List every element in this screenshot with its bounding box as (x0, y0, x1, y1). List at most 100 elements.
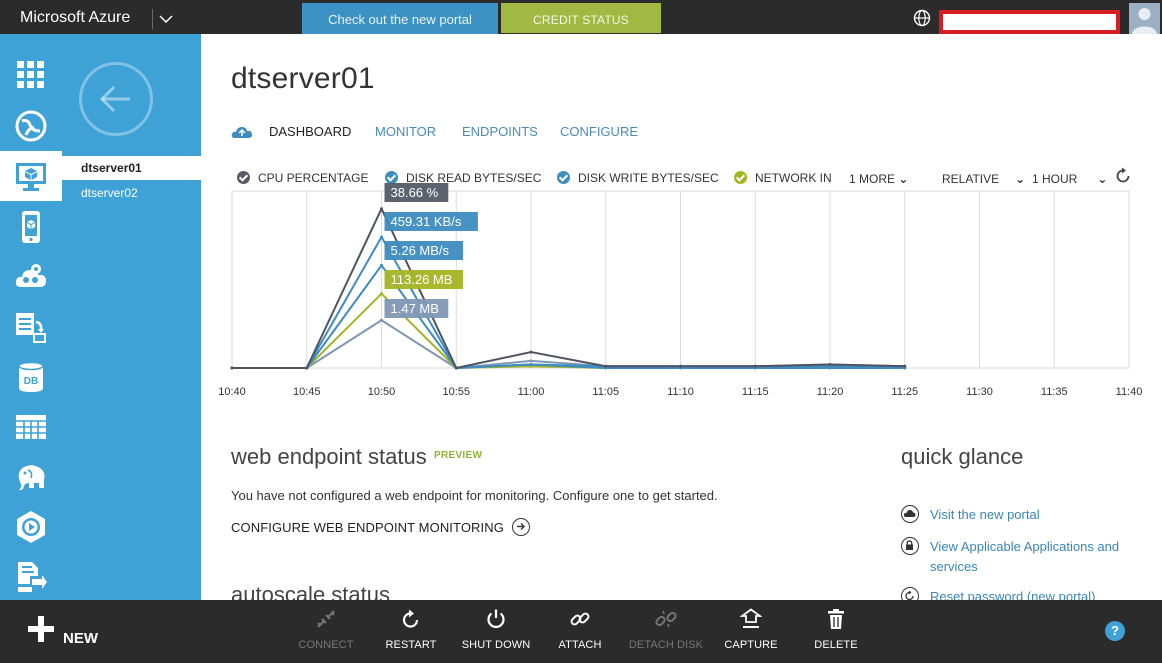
globe-icon[interactable] (913, 9, 931, 27)
trash-icon (828, 609, 844, 629)
x-tick-label: 11:15 (742, 386, 769, 398)
data-point (454, 366, 458, 370)
chevron-down-icon[interactable] (158, 12, 174, 26)
service-nav-rail: DB (0, 34, 62, 600)
data-point (380, 292, 383, 296)
x-tick-label: 11:40 (1116, 386, 1143, 398)
preview-badge: PREVIEW (434, 450, 483, 461)
delete-button[interactable]: DELETE (791, 608, 881, 656)
main-content: dtserver01 DASHBOARD MONITOR ENDPOINTS C… (201, 34, 1162, 600)
data-point (305, 366, 309, 370)
svg-text:DB: DB (24, 376, 38, 387)
data-point (380, 207, 383, 211)
capture-button[interactable]: CAPTURE (706, 608, 796, 656)
restart-icon (402, 609, 419, 628)
data-point (828, 362, 832, 366)
x-tick-label: 11:35 (1041, 386, 1068, 398)
data-point (679, 364, 682, 368)
broken-link-icon (655, 610, 677, 628)
data-point (753, 364, 757, 368)
endpoint-message: You have not configured a web endpoint f… (231, 488, 718, 503)
data-point (380, 318, 383, 322)
x-tick-label: 11:20 (817, 386, 844, 398)
x-tick-label: 10:50 (368, 386, 396, 398)
nav-sql-databases[interactable]: DB (0, 352, 62, 402)
credit-status-button[interactable]: CREDIT STATUS (501, 3, 661, 33)
cloud-icon (901, 505, 919, 523)
brand-title[interactable]: Microsoft Azure (20, 9, 130, 27)
web-endpoint-title: web endpoint status (231, 444, 427, 469)
autoscale-title: autoscale status (231, 582, 390, 600)
user-icon (1132, 8, 1157, 34)
mobile-services-icon (22, 211, 40, 243)
data-point (529, 350, 533, 354)
nav-storage[interactable] (0, 402, 62, 452)
data-point (380, 235, 383, 239)
value-tooltip-text: 38.66 % (391, 185, 439, 200)
shut-down-button[interactable]: SHUT DOWN (451, 608, 541, 656)
nav-batch-services[interactable] (0, 302, 62, 352)
nav-hdinsight[interactable] (0, 452, 62, 502)
power-icon (487, 609, 505, 629)
arrow-right-icon (511, 518, 530, 536)
x-tick-label: 11:00 (518, 386, 545, 398)
link-icon (570, 612, 590, 626)
x-tick-label: 11:05 (592, 386, 619, 398)
x-tick-label: 10:45 (293, 386, 321, 398)
nav-service-bus[interactable] (0, 552, 62, 602)
data-point (903, 364, 907, 368)
top-bar: Microsoft Azure Check out the new portal… (0, 0, 1162, 37)
redacted-account-box[interactable] (939, 10, 1120, 34)
data-point (604, 364, 608, 368)
data-point (529, 362, 533, 366)
detach-disk-button[interactable]: DETACH DISK (621, 608, 711, 656)
lock-icon (901, 537, 919, 555)
value-tooltip-text: 1.47 MB (391, 301, 439, 316)
elephant-icon (18, 465, 45, 491)
help-button[interactable]: ? (1105, 621, 1125, 641)
database-icon: DB (18, 361, 44, 392)
resource-list: dtserver01 dtserver02 (62, 34, 201, 600)
x-tick-label: 11:25 (891, 386, 918, 398)
capture-icon (740, 608, 762, 628)
resource-item-dtserver02[interactable]: dtserver02 (62, 181, 201, 205)
nav-all-items[interactable] (0, 50, 62, 100)
nav-mobile-services[interactable] (0, 202, 62, 252)
plus-icon (28, 616, 54, 642)
connect-button[interactable]: CONNECT (281, 608, 371, 656)
nav-web-apps[interactable] (0, 101, 62, 151)
connect-icon (317, 610, 335, 628)
batch-icon (16, 313, 46, 343)
value-tooltip-text: 5.26 MB/s (391, 243, 450, 258)
data-point (230, 366, 234, 370)
back-arrow-icon (99, 85, 130, 113)
command-bar: NEW CONNECT RESTART SHUT DOWN ATTACH DET… (0, 600, 1162, 663)
avatar[interactable] (1129, 3, 1160, 34)
value-tooltip-text: 459.31 KB/s (391, 214, 462, 229)
brand-separator (152, 9, 153, 29)
cloud-services-icon (15, 264, 46, 287)
quick-glance-title: quick glance (901, 444, 1024, 469)
x-tick-label: 11:10 (667, 386, 694, 398)
data-point (380, 263, 383, 267)
reset-icon (901, 587, 919, 600)
table-icon (16, 415, 46, 439)
configure-endpoint-link[interactable]: CONFIGURE WEB ENDPOINT MONITORING (231, 518, 530, 536)
grid-icon (17, 61, 44, 88)
service-bus-icon (18, 562, 47, 592)
x-tick-label: 10:55 (442, 386, 470, 398)
attach-button[interactable]: ATTACH (535, 608, 625, 656)
metrics-chart[interactable]: 10:40 10:45 10:50 10:55 11:00 11:05 11:10 11:15… (201, 34, 1162, 414)
x-tick-label: 10:40 (218, 386, 246, 398)
back-button[interactable] (79, 62, 153, 136)
x-tick-label: 11:30 (966, 386, 993, 398)
nav-cloud-services[interactable] (0, 252, 62, 302)
nav-media-services[interactable] (0, 502, 62, 552)
web-apps-icon (15, 110, 47, 142)
data-point (529, 359, 533, 363)
restart-button[interactable]: RESTART (366, 608, 456, 656)
nav-virtual-machines[interactable] (0, 151, 62, 201)
resource-item-dtserver01[interactable]: dtserver01 (62, 156, 201, 180)
new-portal-link[interactable]: Check out the new portal (302, 3, 498, 37)
virtual-machine-icon (16, 163, 46, 191)
